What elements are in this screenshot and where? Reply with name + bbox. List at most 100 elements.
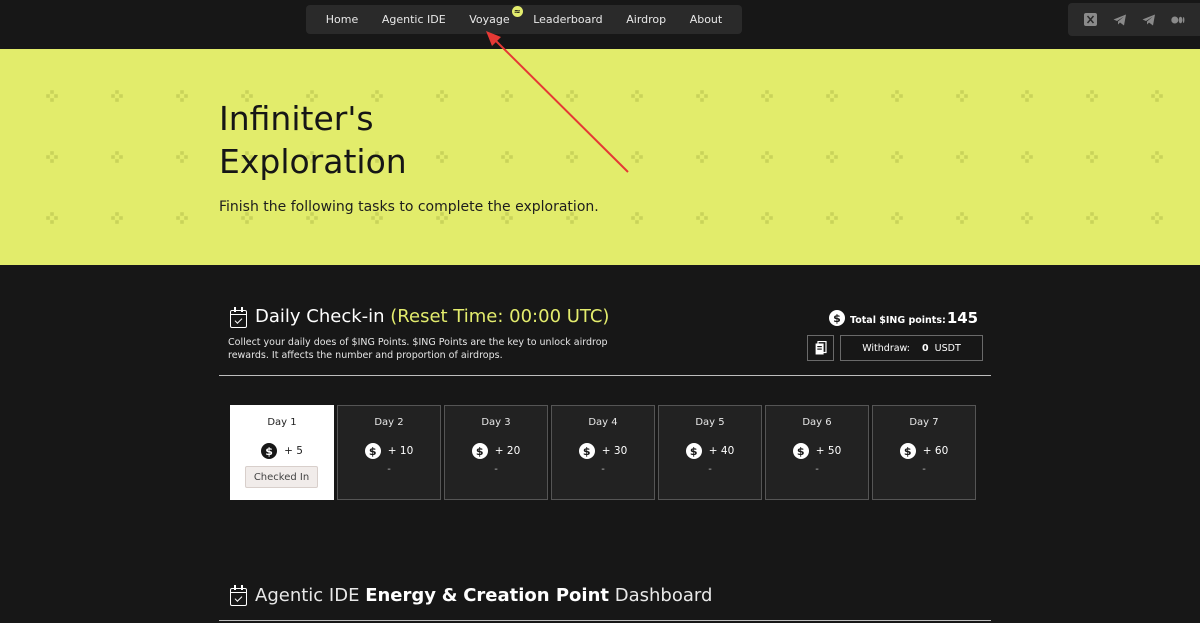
nav-voyage[interactable]: Voyage ≈ xyxy=(469,6,523,26)
day-reward: $ + 50 xyxy=(766,443,868,459)
calendar-check-icon xyxy=(230,585,247,606)
day-reward-value: + 60 xyxy=(922,445,949,457)
dashboard-title: Agentic IDE Energy & Creation Point Dash… xyxy=(255,585,712,606)
points-label: Total $ING points: xyxy=(850,314,946,326)
day-reward: $ + 10 xyxy=(338,443,440,459)
day-status: - xyxy=(601,464,605,475)
wallet-button[interactable] xyxy=(807,335,834,361)
wallet-icon xyxy=(815,341,827,355)
day-status: - xyxy=(922,464,926,475)
day-card-5[interactable]: Day 5 $ + 40 - xyxy=(658,405,762,500)
checkin-title-text: Daily Check-in xyxy=(255,306,385,327)
nav-home[interactable]: Home xyxy=(326,13,358,26)
telegram-icon[interactable] xyxy=(1113,13,1127,27)
coin-icon: $ xyxy=(471,443,488,459)
coin-icon: $ xyxy=(899,443,916,459)
hero-banner: Infiniter's Exploration Finish the follo… xyxy=(0,49,1200,265)
pattern-mark xyxy=(891,151,903,163)
day-reward-value: + 10 xyxy=(387,445,414,457)
dashboard-title-amp: & xyxy=(441,585,458,606)
day-label: Day 5 xyxy=(695,417,725,428)
day-reward: $ + 30 xyxy=(552,443,654,459)
day-label: Day 3 xyxy=(481,417,511,428)
nav-airdrop[interactable]: Airdrop xyxy=(626,13,666,26)
day-status: - xyxy=(708,464,712,475)
section-divider xyxy=(219,375,991,376)
day-reward-value: + 20 xyxy=(494,445,521,457)
pattern-mark xyxy=(696,151,708,163)
pattern-mark xyxy=(826,90,838,102)
pattern-mark xyxy=(46,151,58,163)
pattern-mark xyxy=(761,212,773,224)
pattern-mark xyxy=(1086,151,1098,163)
day-status: - xyxy=(387,464,391,475)
pattern-mark xyxy=(696,90,708,102)
dashboard-title-creation: Creation Point xyxy=(463,585,609,606)
coin-icon: $ xyxy=(261,443,278,459)
nav-voyage-label: Voyage xyxy=(469,13,510,26)
day-card-4[interactable]: Day 4 $ + 30 - xyxy=(551,405,655,500)
dashboard-title-energy: Energy xyxy=(365,585,437,606)
day-label: Day 1 xyxy=(267,417,297,428)
page-title-line2: Exploration xyxy=(219,142,407,181)
pattern-mark xyxy=(956,151,968,163)
pattern-mark xyxy=(826,212,838,224)
social-links xyxy=(1068,3,1200,36)
pattern-mark xyxy=(176,212,188,224)
day-reward-value: + 5 xyxy=(284,445,303,457)
day-label: Day 7 xyxy=(909,417,939,428)
day-reward-value: + 40 xyxy=(708,445,735,457)
withdraw-unit: USDT xyxy=(934,342,961,354)
pattern-mark xyxy=(761,90,773,102)
pattern-mark xyxy=(1021,90,1033,102)
coin-icon: $ xyxy=(364,443,381,459)
voyage-badge-icon: ≈ xyxy=(511,6,523,17)
day-reward: $ + 5 xyxy=(231,443,333,459)
withdraw-amount: 0 xyxy=(922,342,929,354)
withdraw-label: Withdraw: xyxy=(862,342,911,354)
x-icon[interactable] xyxy=(1084,13,1098,27)
day-reward: $ + 20 xyxy=(445,443,547,459)
checkin-reset-time: (Reset Time: 00:00 UTC) xyxy=(390,306,610,327)
checked-in-button[interactable]: Checked In xyxy=(245,466,318,488)
pattern-mark xyxy=(631,90,643,102)
nav-about[interactable]: About xyxy=(690,13,723,26)
pattern-mark xyxy=(111,212,123,224)
day-card-6[interactable]: Day 6 $ + 50 - xyxy=(765,405,869,500)
telegram-icon[interactable] xyxy=(1142,13,1156,27)
pattern-mark xyxy=(826,151,838,163)
pattern-mark xyxy=(761,151,773,163)
pattern-mark xyxy=(1086,212,1098,224)
day-status: - xyxy=(494,464,498,475)
day-card-3[interactable]: Day 3 $ + 20 - xyxy=(444,405,548,500)
dashboard-title-part5: Dashboard xyxy=(614,585,713,606)
day-card-1[interactable]: Day 1 $ + 5 Checked In xyxy=(230,405,334,500)
nav-leaderboard[interactable]: Leaderboard xyxy=(533,13,602,26)
day-card-7[interactable]: Day 7 $ + 60 - xyxy=(872,405,976,500)
checkin-days: Day 1 $ + 5 Checked In Day 2 $ + 10 - Da… xyxy=(230,405,976,500)
coin-icon: $ xyxy=(829,310,845,326)
pattern-mark xyxy=(891,212,903,224)
pattern-mark xyxy=(1021,212,1033,224)
section-divider xyxy=(219,620,991,621)
pattern-mark xyxy=(566,151,578,163)
withdraw-button[interactable]: Withdraw: 0 USDT xyxy=(840,335,983,361)
medium-icon[interactable] xyxy=(1170,13,1185,27)
day-reward-value: + 50 xyxy=(815,445,842,457)
pattern-mark xyxy=(696,212,708,224)
day-card-2[interactable]: Day 2 $ + 10 - xyxy=(337,405,441,500)
pattern-mark xyxy=(1151,151,1163,163)
calendar-check-icon xyxy=(230,307,247,328)
page-subtitle: Finish the following tasks to complete t… xyxy=(219,199,599,215)
pattern-mark xyxy=(1021,151,1033,163)
pattern-mark xyxy=(891,90,903,102)
points-value: 145 xyxy=(946,309,979,327)
nav-agentic-ide[interactable]: Agentic IDE xyxy=(382,13,446,26)
checkin-description: Collect your daily does of $ING Points. … xyxy=(228,337,608,361)
pattern-mark xyxy=(1151,90,1163,102)
page-title-line1: Infiniter's xyxy=(219,99,374,138)
coin-icon: $ xyxy=(685,443,702,459)
pattern-mark xyxy=(1086,90,1098,102)
pattern-mark xyxy=(1151,212,1163,224)
day-reward: $ + 60 xyxy=(873,443,975,459)
